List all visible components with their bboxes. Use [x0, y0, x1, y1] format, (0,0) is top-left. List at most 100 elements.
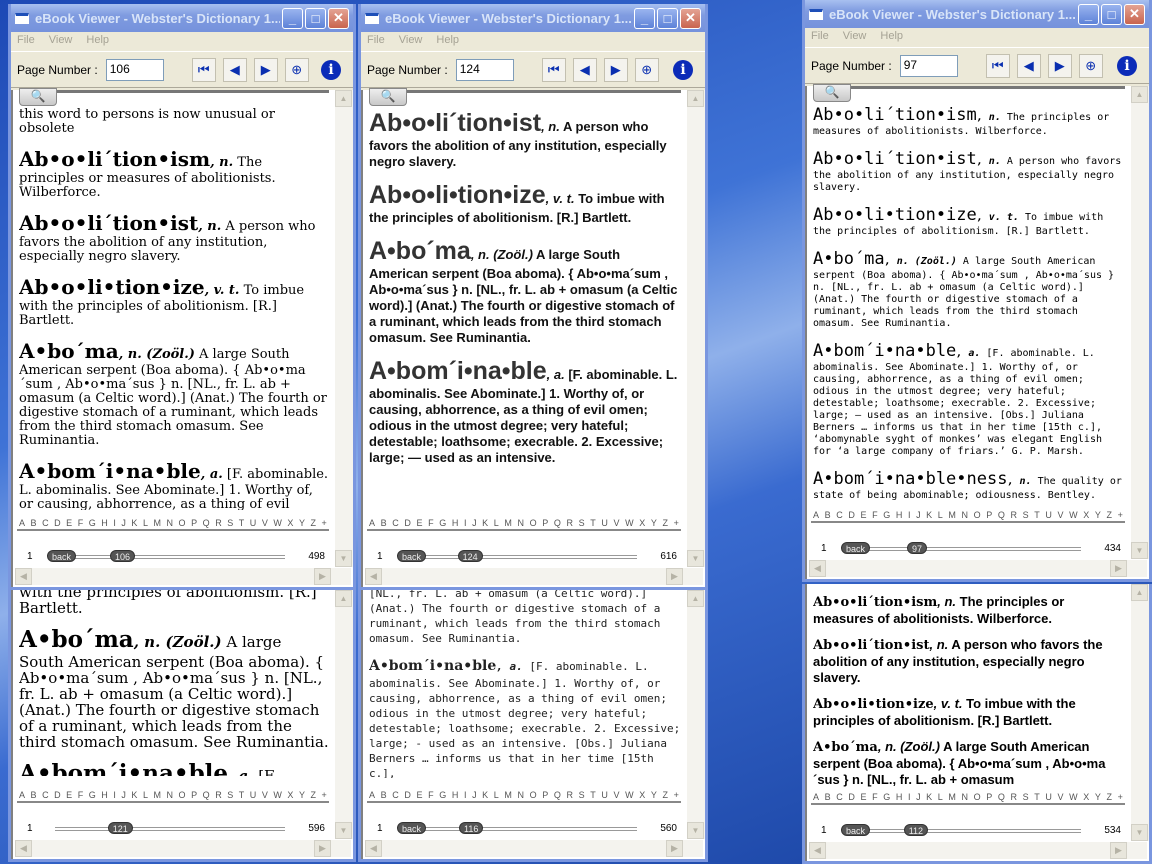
- alphabet-letter-G[interactable]: G: [439, 790, 446, 800]
- alphabet-letter-I[interactable]: I: [908, 510, 911, 520]
- alphabet-letter-W[interactable]: W: [273, 790, 282, 800]
- alphabet-letter-E[interactable]: E: [66, 790, 72, 800]
- alphabet-letter-Q[interactable]: Q: [203, 790, 210, 800]
- back-button[interactable]: back: [397, 550, 427, 562]
- alphabet-letter-X[interactable]: X: [1083, 792, 1089, 802]
- page-number-input[interactable]: 124: [455, 58, 514, 81]
- alphabet-letter-E[interactable]: E: [416, 790, 422, 800]
- close-button[interactable]: ✕: [680, 7, 701, 29]
- menu-view[interactable]: View: [843, 30, 867, 45]
- alphabet-letter-H[interactable]: H: [452, 518, 459, 528]
- scroll-down-arrow[interactable]: ▼: [335, 822, 352, 839]
- headword[interactable]: A•bo´ma: [369, 237, 471, 265]
- alphabet-letter-U[interactable]: U: [250, 518, 257, 528]
- back-button[interactable]: back: [841, 542, 871, 554]
- alphabet-letter-C[interactable]: C: [836, 792, 843, 802]
- alphabet-letter-P[interactable]: P: [191, 790, 197, 800]
- alphabet-letter-G[interactable]: G: [89, 518, 96, 528]
- alphabet-letter-G[interactable]: G: [89, 790, 96, 800]
- alphabet-letter-D[interactable]: D: [54, 790, 61, 800]
- alphabet-letter-T[interactable]: T: [1034, 792, 1040, 802]
- alphabet-letter-Y[interactable]: Y: [299, 518, 305, 528]
- scroll-up-arrow[interactable]: ▲: [335, 590, 352, 607]
- scroll-left-arrow[interactable]: ◀: [809, 842, 826, 859]
- title-bar[interactable]: eBook Viewer - Webster's Dictionary 1...…: [11, 4, 353, 32]
- alphabet-letter-C[interactable]: C: [392, 518, 399, 528]
- headword[interactable]: Ab•o•li´tion•ism: [813, 595, 937, 610]
- slider-track[interactable]: back 112: [841, 824, 1081, 836]
- alphabet-letter-D[interactable]: D: [848, 792, 855, 802]
- vertical-scrollbar[interactable]: ▲ ▼: [335, 590, 353, 839]
- alphabet-letter-N[interactable]: N: [962, 510, 969, 520]
- page-slider[interactable]: 1 back 97 434: [811, 541, 1125, 557]
- alphabet-letter-W[interactable]: W: [625, 790, 634, 800]
- first-page-button[interactable]: ⏮: [985, 53, 1010, 78]
- headword[interactable]: A•bom´i•na•ble: [813, 341, 956, 361]
- scroll-down-arrow[interactable]: ▼: [1131, 824, 1148, 841]
- alphabet-letter-B[interactable]: B: [381, 518, 387, 528]
- alphabet-letter-V[interactable]: V: [1057, 510, 1063, 520]
- vertical-scrollbar[interactable]: ▲ ▼: [335, 90, 353, 567]
- slider-track[interactable]: back 116: [397, 822, 637, 834]
- alphabet-letter-J[interactable]: J: [916, 792, 921, 802]
- alphabet-letter-T[interactable]: T: [1034, 510, 1040, 520]
- previous-page-button[interactable]: ◀: [222, 57, 247, 82]
- next-page-button[interactable]: ▶: [253, 57, 278, 82]
- alphabet-letter-J[interactable]: J: [472, 518, 477, 528]
- headword[interactable]: Ab•o•li´tion•ist: [813, 149, 977, 169]
- alphabet-letter-Z[interactable]: Z: [311, 790, 317, 800]
- alphabet-letter-+[interactable]: +: [322, 790, 327, 800]
- alphabet-letter-Z[interactable]: Z: [311, 518, 317, 528]
- alphabet-letter-F[interactable]: F: [872, 792, 878, 802]
- scroll-right-arrow[interactable]: ▶: [666, 840, 683, 857]
- alphabet-letter-L[interactable]: L: [494, 790, 499, 800]
- menu-help[interactable]: Help: [880, 30, 903, 45]
- headword[interactable]: Ab•o•li•tion•ize: [19, 275, 205, 299]
- alphabet-letter-O[interactable]: O: [974, 510, 981, 520]
- alphabet-letter-I[interactable]: I: [113, 790, 116, 800]
- alphabet-letter-X[interactable]: X: [639, 518, 645, 528]
- title-bar[interactable]: eBook Viewer - Webster's Dictionary 1...…: [805, 0, 1149, 28]
- headword[interactable]: A•bo´ma: [19, 339, 119, 363]
- alphabet-letter-D[interactable]: D: [54, 518, 61, 528]
- alphabet-letter-K[interactable]: K: [926, 510, 932, 520]
- horizontal-scrollbar[interactable]: ◀ ▶: [809, 560, 1147, 577]
- alphabet-letter-X[interactable]: X: [1083, 510, 1089, 520]
- alphabet-letter-V[interactable]: V: [613, 790, 619, 800]
- alphabet-letter-B[interactable]: B: [825, 792, 831, 802]
- alphabet-letter-A[interactable]: A: [813, 792, 819, 802]
- alphabet-letter-H[interactable]: H: [101, 790, 108, 800]
- alphabet-letter-J[interactable]: J: [121, 790, 126, 800]
- alphabet-letter-K[interactable]: K: [482, 518, 488, 528]
- back-button[interactable]: back: [841, 824, 871, 836]
- horizontal-scrollbar[interactable]: ◀ ▶: [809, 842, 1147, 859]
- alphabet-letter-P[interactable]: P: [986, 510, 992, 520]
- alphabet-letter-S[interactable]: S: [1023, 792, 1029, 802]
- scroll-down-arrow[interactable]: ▼: [687, 822, 704, 839]
- page-number-input[interactable]: 106: [105, 58, 164, 81]
- alphabet-letter-W[interactable]: W: [625, 518, 634, 528]
- search-button[interactable]: 🔍: [369, 88, 407, 106]
- alphabet-letter-L[interactable]: L: [494, 518, 499, 528]
- headword[interactable]: A•bo´ma: [813, 740, 878, 755]
- headword[interactable]: Ab•o•li•tion•ize: [813, 697, 934, 712]
- alphabet-letter-C[interactable]: C: [392, 790, 399, 800]
- alphabet-letter-N[interactable]: N: [167, 518, 174, 528]
- previous-page-button[interactable]: ◀: [572, 57, 597, 82]
- vertical-scrollbar[interactable]: ▲ ▼: [687, 590, 705, 839]
- alphabet-letter-Q[interactable]: Q: [998, 792, 1005, 802]
- alphabet-letter-U[interactable]: U: [1045, 792, 1052, 802]
- alphabet-letter-S[interactable]: S: [1023, 510, 1029, 520]
- headword[interactable]: A•bom´i•na•ble: [19, 459, 201, 483]
- alphabet-letter-Z[interactable]: Z: [1106, 510, 1112, 520]
- first-page-button[interactable]: ⏮: [191, 57, 216, 82]
- alphabet-letter-+[interactable]: +: [1118, 510, 1123, 520]
- alphabet-letter-R[interactable]: R: [1011, 510, 1018, 520]
- headword[interactable]: Ab•o•li•tion•ize: [369, 181, 546, 209]
- scroll-up-arrow[interactable]: ▲: [335, 90, 352, 107]
- menu-file[interactable]: File: [811, 30, 829, 45]
- menu-help[interactable]: Help: [86, 34, 109, 49]
- alphabet-letter-M[interactable]: M: [504, 790, 512, 800]
- headword[interactable]: Ab•o•li´tion•ist: [369, 109, 541, 137]
- alphabet-letter-C[interactable]: C: [42, 790, 49, 800]
